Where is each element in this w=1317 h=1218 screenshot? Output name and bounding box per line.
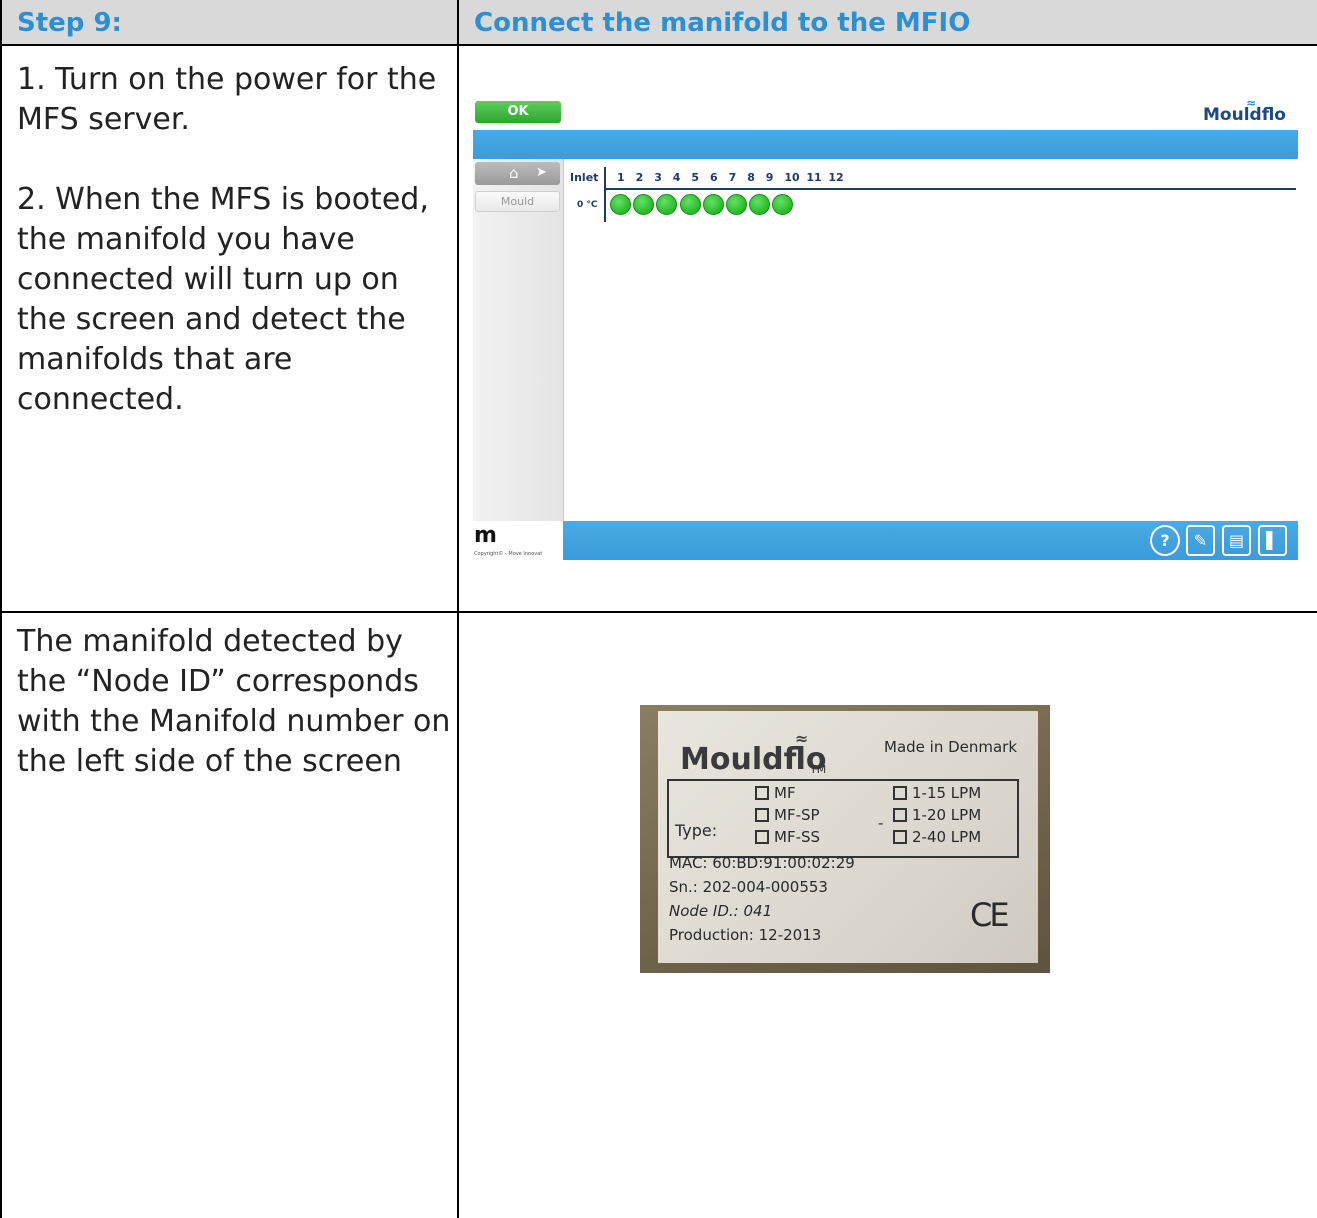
inlet-status-dot xyxy=(749,194,771,215)
inlet-axis-horizontal xyxy=(606,188,1296,190)
header-step-cell: Step 9: xyxy=(0,0,457,44)
checkbox-icon xyxy=(893,786,907,800)
home-button[interactable]: ⌂ ➤ xyxy=(475,162,560,185)
inlet-number: 8 xyxy=(747,171,755,184)
copyright-text: Copyright© - Move Innovat xyxy=(474,551,543,557)
inlet-status-dot xyxy=(656,194,678,215)
label-type-option: MF-SS xyxy=(755,828,820,846)
manifold-label-sticker: Mouldflo ≈ TM Made in Denmark Type: MF M… xyxy=(658,711,1038,963)
node-id-description: The manifold detected by the “Node ID” c… xyxy=(17,624,451,779)
inlet-number: 3 xyxy=(654,171,662,184)
label-serial: Sn.: 202-004-000553 xyxy=(669,878,828,896)
inlet-number: 12 xyxy=(828,171,844,184)
label-type-option: MF-SP xyxy=(755,806,820,824)
temperature-label: 0 °C xyxy=(577,200,598,210)
step-label: Step 9: xyxy=(17,8,122,38)
row1-instructions: 1. Turn on the power for the MFS server.… xyxy=(17,60,447,420)
inlet-status-dot xyxy=(633,194,655,215)
inlet-status-dot xyxy=(610,194,631,215)
label-flow-option: 1-20 LPM xyxy=(893,806,981,824)
mouldflo-logo-text: Mouldflo xyxy=(1203,105,1286,125)
checkbox-icon xyxy=(893,830,907,844)
cursor-icon: ➤ xyxy=(536,165,547,180)
label-flow-option: 2-40 LPM xyxy=(893,828,981,846)
label-type: Type: xyxy=(675,821,718,840)
wrench-icon[interactable]: ✎ xyxy=(1186,525,1215,556)
notes-icon[interactable]: ▤ xyxy=(1222,525,1251,556)
inlet-axis-vertical xyxy=(604,167,606,222)
label-trademark: TM xyxy=(810,763,827,776)
wave-icon: ≈ xyxy=(1246,99,1256,110)
footer-brand-area: m Copyright© - Move Innovat xyxy=(473,521,563,560)
step-title: Connect the manifold to the MFIO xyxy=(474,8,971,38)
label-type-option: MF xyxy=(755,784,796,802)
mould-tab[interactable]: Mould xyxy=(475,191,560,212)
inlet-status-dot xyxy=(702,194,724,215)
app-bottom-bar: m Copyright© - Move Innovat ? ✎ ▤ ▌ xyxy=(473,521,1298,560)
mouldflo-app-screenshot: OK Mouldflo ≈ ⌂ ➤ Mould Inlet 1234567891… xyxy=(473,99,1298,560)
exit-icon[interactable]: ▌ xyxy=(1258,525,1287,556)
inlet-status-dot xyxy=(679,194,701,215)
checkbox-icon xyxy=(755,830,769,844)
checkbox-icon xyxy=(755,808,769,822)
inlet-number: 9 xyxy=(765,171,774,184)
checkbox-icon xyxy=(755,786,769,800)
label-made-in: Made in Denmark xyxy=(884,738,1018,756)
inlet-status-dot xyxy=(726,194,747,215)
inlet-number: 6 xyxy=(710,171,718,184)
move-logo: m xyxy=(474,523,497,548)
inlet-number: 5 xyxy=(691,171,700,184)
label-dash: - xyxy=(878,814,884,832)
table-column-divider xyxy=(457,0,459,1218)
label-wave-icon: ≈ xyxy=(795,729,808,748)
instruction-booted: 2. When the MFS is booted, the manifold … xyxy=(17,182,429,417)
instruction-power: 1. Turn on the power for the MFS server. xyxy=(17,62,437,137)
inlet-number: 10 xyxy=(784,171,800,184)
table-border-left xyxy=(0,0,2,1218)
label-node-id: Node ID.: 041 xyxy=(669,902,773,920)
app-sidebar: ⌂ ➤ Mould xyxy=(473,159,564,521)
inlet-number: 7 xyxy=(728,171,737,184)
label-production: Production: 12-2013 xyxy=(669,926,822,944)
help-icon[interactable]: ? xyxy=(1150,525,1180,556)
label-mac: MAC: 60:BD:91:00:02:29 xyxy=(669,854,855,872)
header-title-cell: Connect the manifold to the MFIO xyxy=(459,0,1317,44)
header-divider xyxy=(0,44,1317,46)
label-brand: Mouldflo ≈ xyxy=(680,729,826,777)
app-top-bar xyxy=(473,130,1298,159)
inlet-status-dot xyxy=(772,194,794,215)
row-divider xyxy=(0,611,1317,613)
mouldflo-logo: Mouldflo ≈ xyxy=(1203,99,1286,125)
inlet-number: 11 xyxy=(806,171,822,184)
inlet-label: Inlet xyxy=(570,171,599,184)
inlet-number: 2 xyxy=(635,171,644,184)
label-flow-option: 1-15 LPM xyxy=(893,784,981,802)
home-icon: ⌂ xyxy=(509,164,519,182)
manifold-label-photo: Mouldflo ≈ TM Made in Denmark Type: MF M… xyxy=(640,705,1050,973)
row2-description: The manifold detected by the “Node ID” c… xyxy=(17,622,453,782)
instruction-table: Step 9: Connect the manifold to the MFIO… xyxy=(0,0,1317,1218)
ok-button[interactable]: OK xyxy=(475,101,561,123)
checkbox-icon xyxy=(893,808,907,822)
ce-mark: CE xyxy=(970,896,1010,934)
inlet-number: 1 xyxy=(617,171,625,184)
inlet-number: 4 xyxy=(672,171,681,184)
